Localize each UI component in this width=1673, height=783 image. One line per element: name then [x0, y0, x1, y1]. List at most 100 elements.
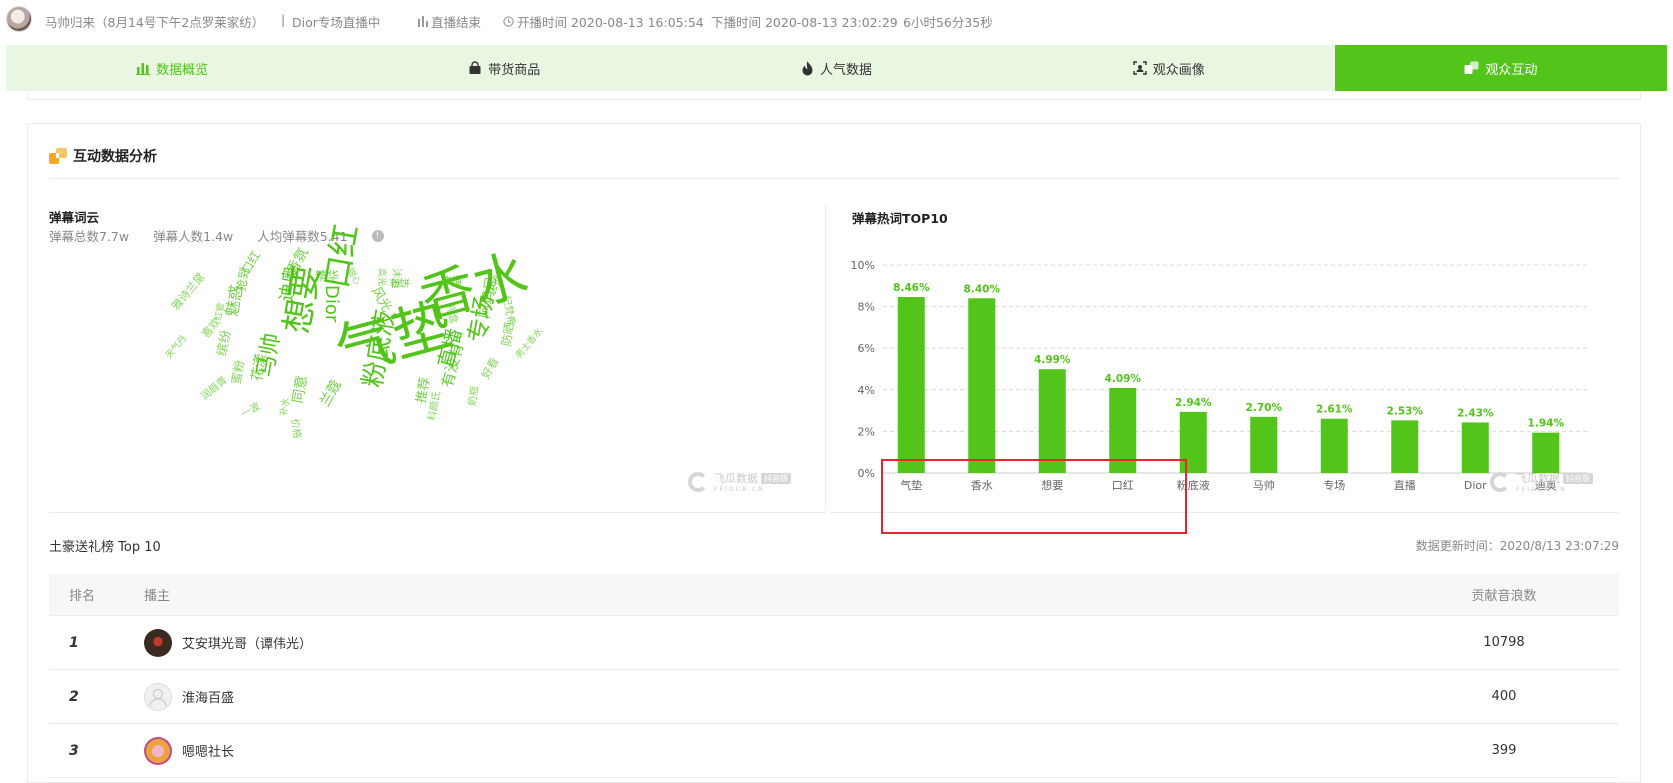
- bar: [1532, 432, 1560, 473]
- room-title: 马帅归来（8月14号下午2点罗莱家纺）: [45, 15, 265, 30]
- wordcloud-word: 好看: [479, 355, 502, 381]
- interaction-icon: [1464, 61, 1479, 74]
- wordcloud-word: 高光: [376, 268, 386, 287]
- gift-rank-table: 排名 播主 贡献音浪数 1 艾安琪光哥（谭伟光） 10798 2 淮海百盛 40…: [49, 574, 1619, 778]
- tab-label: 带货商品: [488, 62, 541, 78]
- bar: [1320, 418, 1348, 473]
- section-title: 互动数据分析: [73, 149, 157, 165]
- data-label: 8.40%: [964, 283, 1001, 295]
- tab-audience-interaction[interactable]: 观众互动: [1334, 45, 1668, 91]
- table-row[interactable]: 1 艾安琪光哥（谭伟光） 10798: [49, 616, 1619, 670]
- avatar[interactable]: [144, 628, 172, 657]
- contribution-value: 10798: [1483, 635, 1525, 650]
- wordcloud-word: 同意: [290, 374, 311, 405]
- wordcloud-word: 男士香水: [514, 326, 546, 361]
- data-label: 4.09%: [1105, 373, 1142, 385]
- host-name[interactable]: 艾安琪光哥（谭伟光）: [182, 633, 312, 652]
- x-tick-label: Dior: [1464, 479, 1487, 492]
- wordcloud-word: 红管: [214, 302, 227, 322]
- wordcloud-word: 润唇膏: [199, 374, 230, 403]
- tab-popularity[interactable]: 人气数据: [670, 45, 1002, 91]
- y-tick-label: 2%: [858, 425, 875, 438]
- bar: [1461, 422, 1489, 473]
- live-room-header: 马帅归来（8月14号下午2点罗莱家纺） | Dior专场直播中 直播结束 开播时…: [0, 0, 1673, 42]
- data-label: 4.99%: [1034, 354, 1071, 366]
- live-duration: 6小时56分35秒: [903, 15, 993, 30]
- data-update-time: 数据更新时间：2020/8/13 23:07:29: [1415, 539, 1619, 553]
- wordcloud-word: Dior: [321, 285, 342, 323]
- start-time-text: 开播时间 2020-08-13 16:05:54: [517, 15, 704, 30]
- danmu-wordcloud: 气垫 香水 想要 口红 粉底液 马帅 专场 直播 Dior 迪奥 魅惑 有没有 同意 推荐 阿玛尼 花漾 缤纷精…: [160, 221, 600, 490]
- data-label: 2.53%: [1387, 405, 1424, 417]
- table-header: 排名 播主 贡献音浪数: [49, 574, 1619, 616]
- bar-chart-icon: [418, 16, 428, 27]
- x-tick-label: 直播: [1394, 478, 1416, 492]
- tab-audience-profile[interactable]: 观众画像: [1003, 45, 1335, 91]
- avatar[interactable]: [144, 682, 172, 711]
- tab-label: 数据概览: [156, 62, 209, 78]
- section-header: 互动数据分析: [49, 146, 157, 166]
- x-tick-label: 专场: [1323, 478, 1345, 492]
- shopping-bag-icon: [469, 61, 481, 74]
- data-label: 2.43%: [1457, 407, 1494, 419]
- column-divider: [825, 205, 826, 510]
- table-row[interactable]: 3 嗯嗯社长 399: [49, 724, 1619, 778]
- info-icon[interactable]: !: [371, 229, 384, 242]
- feigua-watermark: 飞瓜数据 抖音版 FEIGUA.CN: [688, 470, 791, 493]
- tab-label: 观众画像: [1152, 62, 1205, 78]
- feigua-watermark-chart: 飞瓜数据 抖音版 FEIGUA.CN: [1490, 470, 1593, 493]
- bar: [897, 297, 925, 473]
- wordcloud-word: 蜜粉: [229, 359, 247, 386]
- bar: [968, 298, 996, 473]
- tab-data-overview[interactable]: 数据概览: [6, 45, 338, 91]
- previous-panel-edge: [27, 91, 1641, 100]
- wordcloud-word: 科颜氏: [427, 390, 444, 422]
- section-divider: [49, 178, 1619, 179]
- watermark-tag: 抖音版: [761, 472, 791, 484]
- tab-bar: 数据概览 带货商品 人气数据 观众画像 观众互动: [6, 45, 1668, 91]
- watermark-sub: FEIGUA.CN: [714, 486, 765, 493]
- y-tick-label: 8%: [858, 301, 875, 314]
- wordcloud-word: 价格: [288, 417, 303, 440]
- danmu-total: 弹幕总数7.7w: [49, 229, 130, 244]
- streamer-avatar[interactable]: [6, 6, 32, 32]
- y-tick-label: 6%: [858, 342, 875, 355]
- data-label: 2.94%: [1175, 397, 1212, 409]
- bar: [1250, 416, 1278, 473]
- feigua-logo-icon: [688, 471, 708, 492]
- y-tick-label: 0%: [858, 467, 875, 480]
- watermark-sub: FEIGUA.CN: [1516, 486, 1567, 493]
- tab-label: 观众互动: [1485, 62, 1538, 78]
- watermark-name: 飞瓜数据: [714, 472, 758, 485]
- data-label: 1.94%: [1528, 418, 1565, 430]
- table-row[interactable]: 2 淮海百盛 400: [49, 670, 1619, 724]
- tab-products[interactable]: 带货商品: [338, 45, 670, 91]
- watermark-tag: 抖音版: [1563, 472, 1593, 484]
- wordcloud-word: 雅诗兰黛: [169, 270, 208, 313]
- start-time: 开播时间 2020-08-13 16:05:54: [503, 12, 704, 31]
- x-tick-label: 马帅: [1253, 479, 1275, 492]
- wordcloud-word: 一波: [239, 401, 263, 421]
- data-label: 2.61%: [1316, 404, 1353, 416]
- rank-number: 1: [69, 634, 79, 651]
- wordcloud-word: 精华: [315, 269, 340, 283]
- wordcloud-word: 兰蔻: [317, 377, 345, 410]
- wordcloud-word: 补水: [279, 397, 292, 417]
- rank-number: 3: [69, 742, 79, 759]
- default-user-icon: [149, 688, 167, 706]
- scan-face-icon: [1133, 61, 1147, 75]
- wordcloud-bottom-divider: [49, 512, 825, 513]
- host-name[interactable]: 嗯嗯社长: [182, 741, 234, 760]
- wordcloud-word: 天气丹: [164, 333, 190, 361]
- y-tick-label: 10%: [851, 259, 875, 272]
- contribution-value: 399: [1491, 743, 1517, 758]
- y-tick-label: 4%: [858, 384, 875, 397]
- annotation-highlight-box: [881, 459, 1187, 534]
- wordcloud-word: 花漾: [249, 352, 270, 383]
- wordcloud-word: 沐浴: [390, 268, 401, 288]
- avatar[interactable]: [144, 736, 172, 765]
- chart-title: 弹幕热词TOP10: [852, 211, 948, 226]
- gift-rank-title: 土豪送礼榜 Top 10: [49, 540, 161, 555]
- bar: [1391, 420, 1419, 473]
- host-name[interactable]: 淮海百盛: [182, 687, 234, 706]
